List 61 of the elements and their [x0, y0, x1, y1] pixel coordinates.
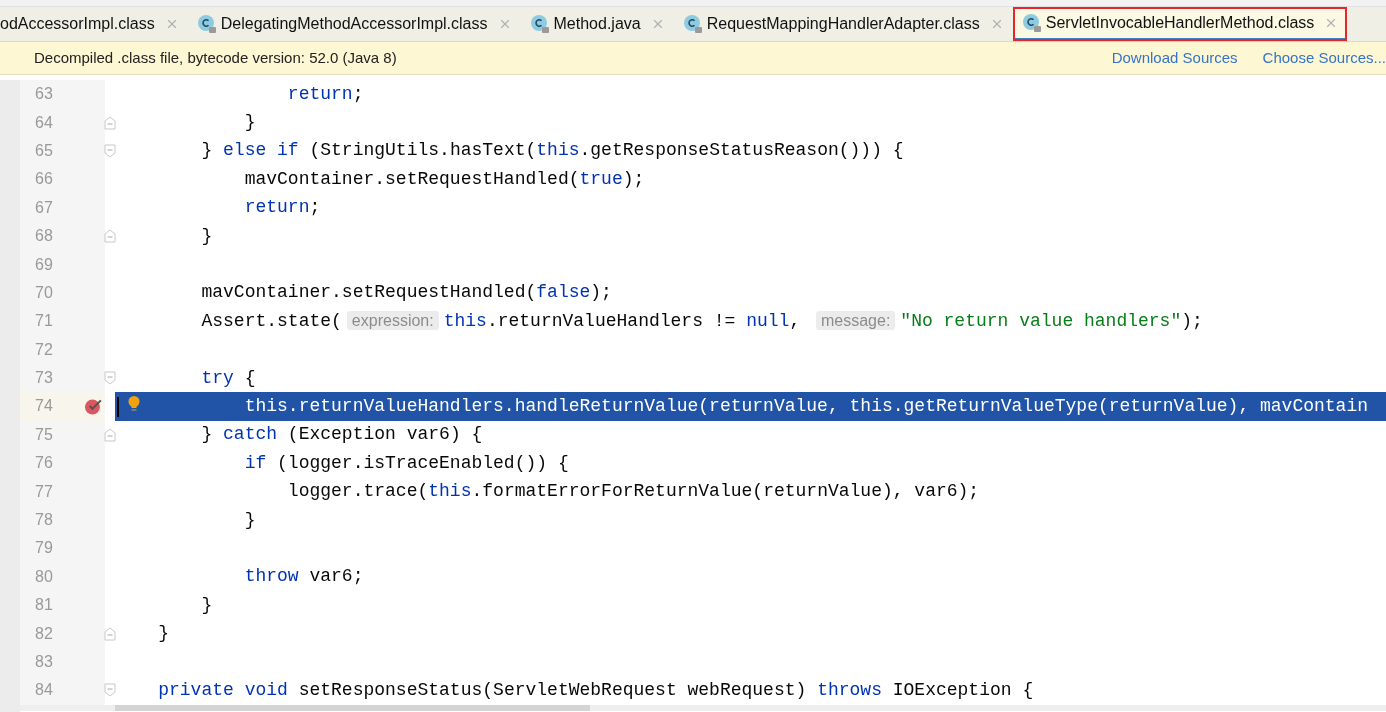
class-file-icon [682, 14, 703, 34]
fold-marker-icon[interactable] [104, 143, 116, 158]
fold-marker-icon[interactable] [104, 626, 116, 641]
code-line: private void setResponseStatus(ServletWebRequest webRequest) throws IOException { [158, 678, 1034, 702]
code-line: } [244, 111, 256, 135]
code-line: mavContainer.setRequestHandled(false); [201, 281, 612, 305]
fold-marker-icon[interactable] [104, 371, 116, 386]
code-line: } [201, 224, 213, 248]
editor-tab[interactable]: odAccessorImpl.class [0, 7, 188, 41]
fold-marker-icon[interactable] [104, 229, 116, 244]
line-number: 82 [35, 623, 54, 644]
line-number: 77 [35, 481, 54, 502]
code-line: if (logger.isTraceEnabled()) { [244, 451, 569, 475]
line-number: 75 [35, 424, 54, 445]
line-number: 66 [35, 169, 54, 190]
code-line: this.returnValueHandlers.handleReturnValue(returnValue, this.getReturnValueType(returnValue), mavContain [244, 395, 1368, 418]
line-number: 64 [35, 112, 54, 133]
fold-marker-icon[interactable] [104, 115, 116, 130]
class-file-icon [529, 14, 550, 34]
line-number: 83 [35, 652, 54, 672]
line-number: 74 [35, 396, 54, 417]
line-number: 65 [35, 140, 54, 161]
code-line: } else if (StringUtils.hasText(this.getResponseStatusReason())) { [201, 139, 904, 163]
code-line: return; [287, 82, 364, 106]
editor-tab[interactable]: ServletInvocableHandlerMethod.class [1012, 7, 1348, 41]
line-number: 63 [35, 84, 54, 105]
notification-text: Decompiled .class file, bytecode version: 52.0 (Java 8) [34, 47, 397, 68]
notification-link[interactable]: Download Sources [1111, 46, 1238, 70]
class-file-icon [196, 14, 217, 34]
code-line: mavContainer.setRequestHandled(true); [244, 167, 645, 191]
line-number: 81 [35, 595, 54, 616]
line-number: 72 [35, 339, 54, 360]
line-number: 67 [35, 197, 54, 218]
horizontal-scrollbar-thumb[interactable] [115, 704, 590, 711]
code-line: return; [244, 196, 321, 220]
code-line: } [201, 593, 213, 617]
code-line: } [244, 508, 256, 532]
line-number: 84 [35, 680, 54, 701]
code-line: throw var6; [244, 565, 364, 589]
editor-tab[interactable]: Method.java [520, 7, 674, 41]
line-number: 80 [35, 566, 54, 587]
code-line: } catch (Exception var6) { [201, 423, 483, 447]
line-number: 73 [35, 368, 54, 389]
code-line: } [158, 622, 170, 646]
fold-marker-icon[interactable] [104, 683, 116, 698]
line-number: 76 [35, 453, 54, 474]
class-file-icon [1021, 12, 1042, 33]
code-line: Assert.state( expression: this.returnValueHandlers != null, message: "No return value handlers"); [201, 309, 1203, 333]
code-line: try { [201, 366, 256, 390]
code-line: logger.trace(this.formatErrorForReturnValue(returnValue), var6); [287, 480, 980, 504]
editor-tab[interactable]: RequestMappingHandlerAdapter.class [673, 7, 1013, 41]
line-number: 68 [35, 226, 54, 247]
editor-tab[interactable]: DelegatingMethodAccessorImpl.class [187, 7, 521, 41]
fold-marker-icon[interactable] [104, 427, 116, 442]
line-number: 70 [35, 282, 54, 303]
line-number: 79 [35, 538, 54, 559]
line-number: 69 [35, 254, 54, 275]
lightbulb-icon[interactable] [127, 395, 141, 414]
line-number: 78 [35, 510, 54, 531]
line-number: 71 [35, 311, 54, 332]
notification-link[interactable]: Choose Sources... [1262, 46, 1386, 70]
